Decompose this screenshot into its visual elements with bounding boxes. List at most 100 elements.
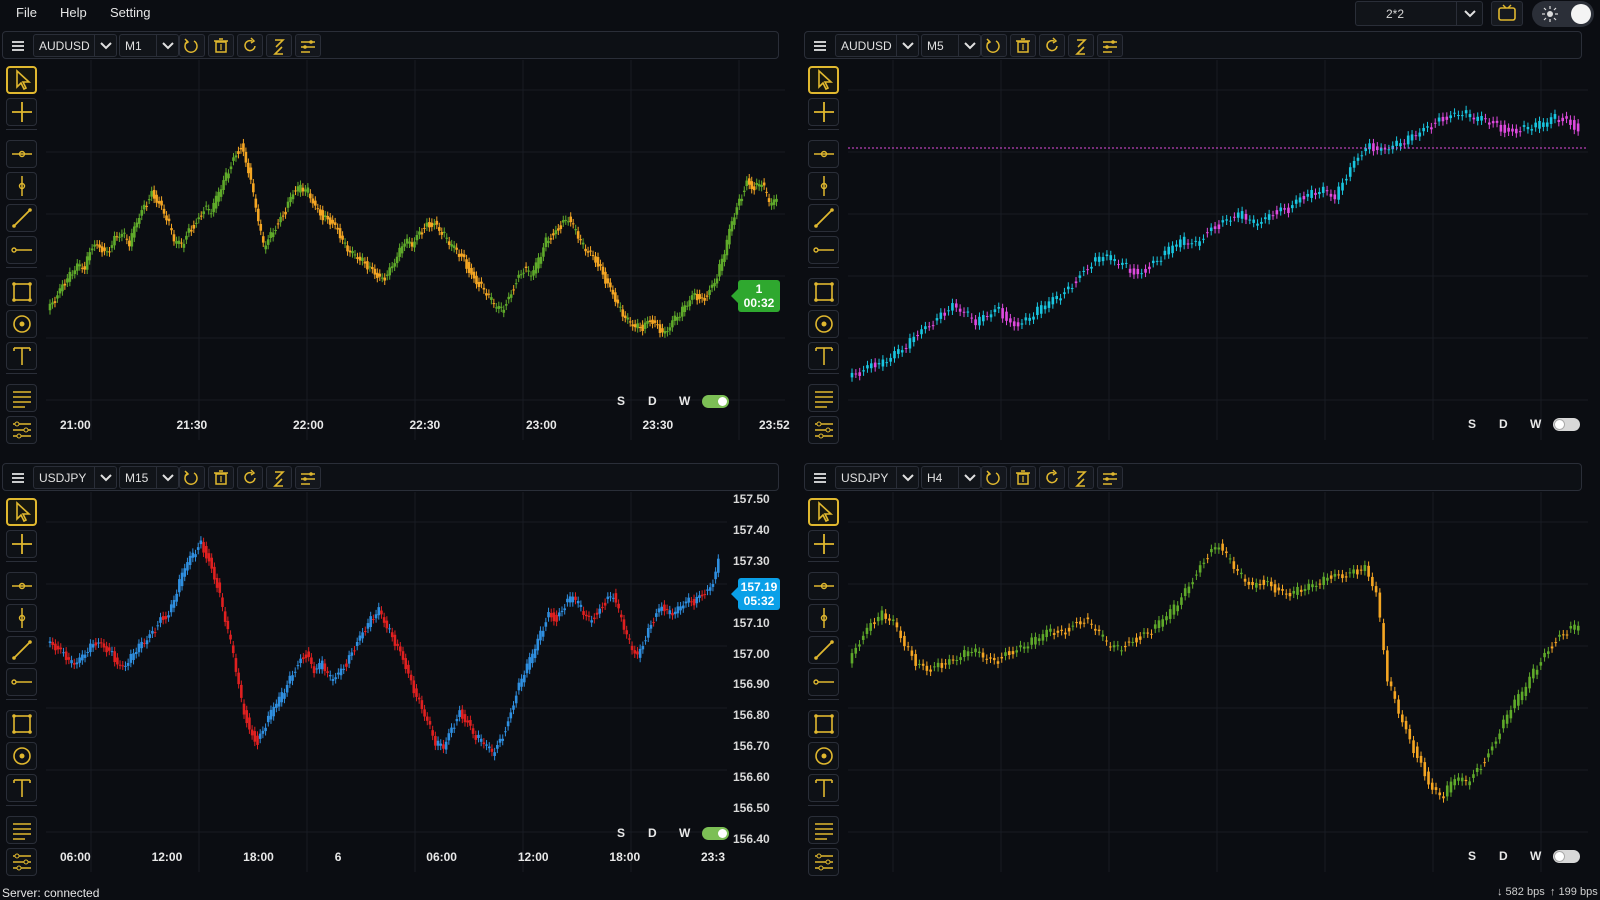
symbol-select[interactable]: AUDUSD	[835, 34, 919, 57]
tool-vertical-line-icon[interactable]	[808, 604, 839, 632]
range-w-button[interactable]: W	[679, 394, 690, 408]
menu-setting[interactable]: Setting	[110, 5, 150, 20]
plot-area[interactable]	[46, 492, 727, 872]
tool-crosshair-icon[interactable]	[6, 98, 37, 126]
tool-cursor-icon[interactable]	[6, 66, 37, 94]
tool-settings-lines-icon[interactable]	[6, 848, 37, 876]
chevron-down-icon[interactable]	[958, 35, 980, 56]
timeframe-select[interactable]: M5	[921, 34, 981, 57]
panel-menu-icon[interactable]	[807, 34, 833, 57]
tool-horizontal-ray-icon[interactable]	[808, 572, 839, 600]
chevron-down-icon[interactable]	[896, 35, 918, 56]
tool-fib-icon[interactable]	[6, 384, 37, 412]
tool-cursor-icon[interactable]	[808, 498, 839, 526]
refresh-icon[interactable]	[237, 34, 263, 57]
range-w-button[interactable]: W	[1530, 849, 1541, 863]
tool-cursor-icon[interactable]	[808, 66, 839, 94]
auto-scroll-toggle[interactable]	[1553, 850, 1580, 863]
tool-horizontal-line-icon[interactable]	[808, 236, 839, 264]
theme-toggle[interactable]	[1532, 1, 1594, 27]
range-s-button[interactable]: S	[1468, 417, 1476, 431]
tool-circle-icon[interactable]	[6, 310, 37, 338]
timeframe-select[interactable]: M15	[119, 466, 179, 489]
tool-settings-lines-icon[interactable]	[808, 416, 839, 444]
range-d-button[interactable]: D	[1499, 849, 1508, 863]
tool-text-icon[interactable]	[808, 342, 839, 370]
range-w-button[interactable]: W	[1530, 417, 1541, 431]
timeframe-select[interactable]: M1	[119, 34, 179, 57]
range-s-button[interactable]: S	[1468, 849, 1476, 863]
range-d-button[interactable]: D	[648, 826, 657, 840]
indicator-settings-icon[interactable]	[295, 466, 321, 489]
symbol-select[interactable]: USDJPY	[33, 466, 117, 489]
tool-trend-line-icon[interactable]	[808, 636, 839, 664]
plot-area[interactable]	[848, 492, 1588, 872]
tool-circle-icon[interactable]	[808, 742, 839, 770]
auto-scroll-toggle[interactable]	[1553, 418, 1580, 431]
reset-icon[interactable]	[981, 466, 1007, 489]
refresh-icon[interactable]	[237, 466, 263, 489]
range-d-button[interactable]: D	[1499, 417, 1508, 431]
tool-trend-line-icon[interactable]	[808, 204, 839, 232]
indicator-settings-icon[interactable]	[1097, 466, 1123, 489]
tool-crosshair-icon[interactable]	[808, 98, 839, 126]
trash-icon[interactable]	[1010, 34, 1036, 57]
panel-menu-icon[interactable]	[807, 466, 833, 489]
tool-vertical-line-icon[interactable]	[6, 604, 37, 632]
tool-text-icon[interactable]	[6, 774, 37, 802]
tool-settings-lines-icon[interactable]	[6, 416, 37, 444]
menu-file[interactable]: File	[16, 5, 37, 20]
swap-icon[interactable]	[1068, 34, 1094, 57]
swap-icon[interactable]	[266, 466, 292, 489]
tool-settings-lines-icon[interactable]	[808, 848, 839, 876]
plot-area[interactable]	[848, 60, 1588, 440]
tool-crosshair-icon[interactable]	[6, 530, 37, 558]
refresh-icon[interactable]	[1039, 34, 1065, 57]
chevron-down-icon[interactable]	[1456, 2, 1482, 25]
chevron-down-icon[interactable]	[958, 467, 980, 488]
reset-icon[interactable]	[981, 34, 1007, 57]
range-d-button[interactable]: D	[648, 394, 657, 408]
auto-scroll-toggle[interactable]	[702, 827, 729, 840]
tool-horizontal-ray-icon[interactable]	[808, 140, 839, 168]
layout-select[interactable]: 2*2	[1355, 1, 1483, 26]
tool-trend-line-icon[interactable]	[6, 204, 37, 232]
chevron-down-icon[interactable]	[896, 467, 918, 488]
tool-circle-icon[interactable]	[6, 742, 37, 770]
tool-vertical-line-icon[interactable]	[6, 172, 37, 200]
range-s-button[interactable]: S	[617, 394, 625, 408]
tool-horizontal-ray-icon[interactable]	[6, 572, 37, 600]
range-w-button[interactable]: W	[679, 826, 690, 840]
chevron-down-icon[interactable]	[94, 35, 116, 56]
indicator-settings-icon[interactable]	[295, 34, 321, 57]
indicator-settings-icon[interactable]	[1097, 34, 1123, 57]
swap-icon[interactable]	[266, 34, 292, 57]
tool-fib-icon[interactable]	[808, 816, 839, 844]
chevron-down-icon[interactable]	[94, 467, 116, 488]
swap-icon[interactable]	[1068, 466, 1094, 489]
tool-rectangle-icon[interactable]	[808, 710, 839, 738]
symbol-select[interactable]: AUDUSD	[33, 34, 117, 57]
trash-icon[interactable]	[1010, 466, 1036, 489]
trash-icon[interactable]	[208, 34, 234, 57]
tool-fib-icon[interactable]	[6, 816, 37, 844]
tv-icon[interactable]	[1491, 1, 1523, 26]
tool-vertical-line-icon[interactable]	[808, 172, 839, 200]
trash-icon[interactable]	[208, 466, 234, 489]
chevron-down-icon[interactable]	[156, 35, 178, 56]
tool-horizontal-line-icon[interactable]	[6, 668, 37, 696]
chevron-down-icon[interactable]	[156, 467, 178, 488]
tool-horizontal-ray-icon[interactable]	[6, 140, 37, 168]
panel-menu-icon[interactable]	[5, 34, 31, 57]
reset-icon[interactable]	[179, 34, 205, 57]
tool-fib-icon[interactable]	[808, 384, 839, 412]
symbol-select[interactable]: USDJPY	[835, 466, 919, 489]
tool-circle-icon[interactable]	[808, 310, 839, 338]
tool-text-icon[interactable]	[808, 774, 839, 802]
tool-trend-line-icon[interactable]	[6, 636, 37, 664]
auto-scroll-toggle[interactable]	[702, 395, 729, 408]
panel-menu-icon[interactable]	[5, 466, 31, 489]
plot-area[interactable]	[46, 60, 785, 440]
tool-cursor-icon[interactable]	[6, 498, 37, 526]
timeframe-select[interactable]: H4	[921, 466, 981, 489]
